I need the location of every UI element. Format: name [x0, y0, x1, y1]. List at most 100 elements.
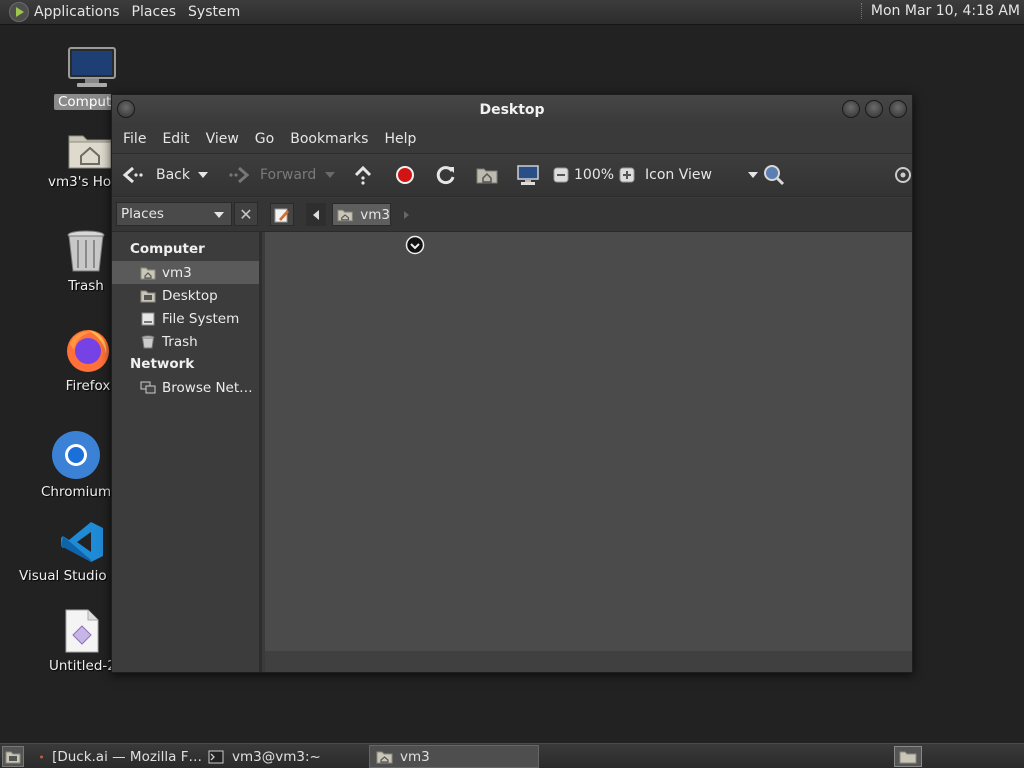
maximize-button[interactable] [865, 100, 883, 118]
forward-button[interactable]: Forward [226, 160, 316, 190]
chromium-icon [52, 431, 101, 479]
file-view-area[interactable] [265, 232, 912, 651]
sidebar-item-vm3[interactable]: vm3 [112, 261, 259, 284]
show-desktop-button[interactable] [2, 746, 24, 767]
back-button[interactable]: Back [122, 160, 190, 190]
view-mode-select[interactable]: Icon View [645, 160, 758, 190]
path-scroll-right-button[interactable] [399, 203, 413, 226]
system-menu[interactable]: System [182, 4, 246, 20]
network-icon [140, 381, 156, 393]
zoom-out-button[interactable] [553, 160, 569, 190]
chevron-down-icon [747, 172, 758, 178]
sidebar-item-label: Desktop [162, 287, 218, 304]
show-desktop-icon [5, 751, 21, 763]
forward-arrow-icon [229, 166, 250, 184]
home-folder-icon [476, 168, 498, 184]
back-history-dropdown[interactable] [198, 160, 208, 190]
search-button[interactable] [763, 160, 785, 190]
workspace-switcher[interactable] [894, 746, 922, 767]
menu-help[interactable]: Help [376, 131, 424, 147]
taskbar-item-firefox[interactable]: [Duck.ai — Mozilla F… [34, 745, 202, 768]
forward-label: Forward [260, 167, 317, 183]
zoom-in-button[interactable] [619, 160, 635, 190]
menu-logo-icon[interactable] [9, 2, 29, 22]
path-segment-label: vm3 [360, 206, 390, 223]
firefox-icon [67, 330, 109, 372]
back-label: Back [156, 167, 190, 183]
sidebar-item-label: Trash [162, 333, 198, 350]
chevron-left-icon [313, 209, 319, 220]
menu-view[interactable]: View [198, 131, 247, 147]
window-titlebar[interactable]: Desktop [112, 95, 912, 125]
forward-history-dropdown[interactable] [325, 160, 335, 190]
desktop-icon-untitled[interactable]: Untitled-2 [49, 608, 116, 674]
taskbar-item-label: vm3@vm3:~ [232, 748, 321, 765]
terminal-icon [208, 750, 224, 763]
desktop-icon-label: Untitled-2 [49, 658, 116, 674]
workspace-icon [899, 751, 917, 763]
sidebar-item-trash[interactable]: Trash [112, 330, 259, 353]
edit-icon [274, 208, 289, 222]
zoom-in-icon [619, 167, 635, 183]
toolbar: Back Forward 100% Icon View [112, 153, 912, 197]
sidebar-heading-network: Network [130, 356, 195, 372]
desktop-icon-firefox[interactable]: Firefox [64, 326, 112, 394]
firefox-icon [40, 755, 43, 758]
reload-button[interactable] [435, 160, 457, 190]
close-button[interactable] [889, 100, 907, 118]
menu-file[interactable]: File [115, 131, 154, 147]
desktop-icon-trash[interactable]: Trash [64, 228, 108, 294]
sidebar-item-browse-network[interactable]: Browse Net… [112, 376, 259, 399]
taskbar-item-file-manager[interactable]: vm3 [369, 745, 539, 768]
busy-cursor-icon [405, 235, 425, 255]
computer-icon [517, 165, 539, 185]
trash-icon [141, 335, 155, 348]
trash-icon [67, 230, 105, 272]
sidebar-heading-computer: Computer [130, 241, 205, 257]
places-menu[interactable]: Places [126, 4, 183, 20]
file-manager-window: Desktop File Edit View Go Bookmarks Help… [111, 94, 913, 673]
minimize-button[interactable] [842, 100, 860, 118]
menu-go[interactable]: Go [247, 131, 282, 147]
sidebar-item-file-system[interactable]: File System [112, 307, 259, 330]
chevron-down-icon [325, 172, 335, 178]
path-scroll-left-button[interactable] [306, 203, 326, 226]
stop-icon [396, 166, 414, 184]
desktop-icon-chromium[interactable]: Chromium [41, 430, 111, 500]
zoom-level[interactable]: 100% [574, 160, 614, 190]
sidebar-item-desktop[interactable]: Desktop [112, 284, 259, 307]
up-arrow-icon [354, 165, 372, 185]
sidebar-item-label: vm3 [162, 264, 192, 281]
home-folder-icon [337, 209, 353, 221]
chevron-down-icon [198, 172, 208, 178]
home-button[interactable] [476, 160, 498, 190]
window-menu-icon[interactable] [117, 100, 135, 118]
applications-menu[interactable]: Applications [29, 4, 126, 20]
bottom-panel: [Duck.ai — Mozilla F… vm3@vm3:~ vm3 [0, 743, 1024, 768]
toggle-location-entry-button[interactable] [270, 203, 294, 226]
path-button-vm3[interactable]: vm3 [332, 203, 391, 226]
zoom-out-icon [553, 167, 569, 183]
menu-bookmarks[interactable]: Bookmarks [282, 131, 376, 147]
stop-button[interactable] [395, 160, 415, 190]
back-arrow-icon [122, 166, 143, 184]
view-mode-value: Icon View [645, 167, 712, 183]
sidebar-item-label: File System [162, 310, 240, 327]
close-sidebar-button[interactable]: ✕ [234, 202, 258, 226]
folder-icon [376, 751, 393, 763]
taskbar-item-terminal[interactable]: vm3@vm3:~ [202, 745, 366, 768]
desktop-icon-label: Trash [68, 278, 104, 294]
up-button[interactable] [353, 160, 373, 190]
desktop-icon-label: Chromium [41, 484, 112, 500]
computer-icon [67, 47, 116, 87]
menu-edit[interactable]: Edit [154, 131, 197, 147]
taskbar-item-label: vm3 [400, 748, 430, 765]
sidebar-pane-select[interactable]: Places [116, 202, 232, 226]
zoom-value: 100% [574, 167, 615, 183]
computer-button[interactable] [516, 160, 540, 190]
vscode-icon [61, 522, 104, 562]
close-icon: ✕ [239, 204, 253, 224]
drive-icon [141, 312, 155, 325]
places-sidebar: Computer vm3 Desktop File System Trash N… [112, 232, 262, 672]
clock[interactable]: Mon Mar 10, 4:18 AM [860, 3, 1020, 19]
